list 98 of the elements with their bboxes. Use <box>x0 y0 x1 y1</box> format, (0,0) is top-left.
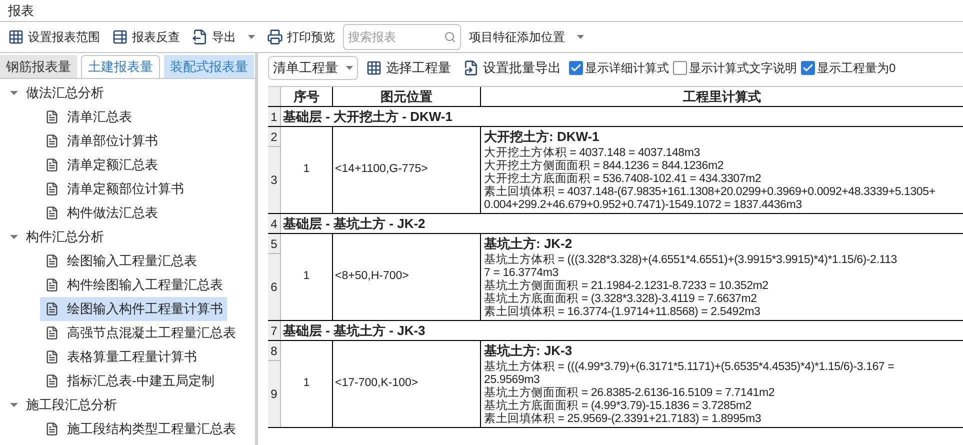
search-icon <box>444 31 456 43</box>
checkbox[interactable] <box>801 61 815 75</box>
formula-title: 基坑土方: JK-2 <box>484 235 574 253</box>
column-header: 工程里计算式 <box>682 88 762 106</box>
formula-title: 大开挖土方: DKW-1 <box>484 128 600 146</box>
formula-line: 基坑土方体积 = (((4.99*3.79)+(6.3171*5.1171)+(5.6535*4.4535)*4)*1.15/6)-3.167 = <box>484 361 896 374</box>
document-icon <box>45 326 59 340</box>
formula-line: 7 = 16.3774m3 <box>484 267 560 279</box>
document-icon <box>45 302 59 316</box>
window-title: 报表 <box>8 2 34 20</box>
group-header-cell-text: 基础层 - 大开挖土方 - DKW-1 <box>282 108 452 126</box>
caret-icon <box>577 35 584 39</box>
document-icon <box>45 158 59 172</box>
tree-item[interactable]: 清单部位计算书 <box>40 129 225 153</box>
toolbar-button[interactable]: 报表反查 <box>108 24 184 50</box>
toolbar-button[interactable]: 打印预览 <box>263 24 339 50</box>
formula-line: 素土回填体积 = 4037.148-(67.9835+161.1308+20.0299+0.3969+0.0092+48.3339+5.1305+ <box>484 186 936 199</box>
toolbar-button[interactable]: 设置报表范围 <box>4 24 104 50</box>
tree-group-label[interactable]: 施工段汇总分析 <box>26 395 117 415</box>
document-icon <box>45 110 59 124</box>
quantity-dropdown[interactable]: 清单工程量 <box>268 56 358 80</box>
checkbox[interactable] <box>673 61 687 75</box>
document-icon <box>45 134 59 148</box>
column-header: 图元位置 <box>333 87 481 106</box>
row-number: 1 <box>268 107 281 126</box>
formula-line: 素土回填体积 = 16.3774-(1.9714+11.8568) = 2.5492m3 <box>484 306 762 319</box>
row-number: 9 <box>270 386 278 403</box>
tree-item[interactable]: 绘图输入工程量汇总表 <box>40 249 225 273</box>
caret-icon <box>346 66 353 70</box>
formula-title: 基坑土方: JK-3 <box>484 342 574 360</box>
search-field[interactable]: 搜索报表 <box>343 24 461 50</box>
expand-toggle[interactable] <box>10 233 18 241</box>
report-tab[interactable]: 土建报表量 <box>81 55 160 78</box>
row-number: 6 <box>270 279 278 296</box>
formula-line: 0.004+299.2+46.679+0.952+0.7471)-1549.1072 = 1837.4436m3 <box>484 199 803 212</box>
row-number: 2 <box>268 127 280 147</box>
grid-icon <box>8 29 24 45</box>
tree-item[interactable]: 施工段结构类型工程量汇总表 <box>40 417 240 441</box>
tree-item[interactable]: 清单定额部位计算书 <box>40 177 225 201</box>
tree-item[interactable]: 清单汇总表 <box>40 105 225 129</box>
formula-line: 素土回填体积 = 25.9569-(2.3391+21.7183) = 1.8995m3 <box>484 413 762 426</box>
formula-line: 基坑土方侧面面积 = 26.8385-2.6136-16.5109 = 7.7141m2 <box>484 387 776 399</box>
tree-item[interactable]: 构件做法汇总表 <box>40 201 225 225</box>
position-dropdown[interactable]: 项目特征添加位置 <box>465 24 588 50</box>
column-header: 序号 <box>281 87 333 106</box>
formula-line: 基坑土方体积 = (((3.328*3.328)+(4.6551*4.6551)+(3.9915*3.9915)*4)*1.15/6)-2.113 <box>484 254 898 267</box>
table-cell-text: <8+50,H-700> <box>335 269 409 284</box>
group-header-cell-text: 基础层 - 基坑土方 - JK-2 <box>282 214 426 233</box>
tree-item[interactable]: 绘图输入构件工程量计算书 <box>40 297 227 321</box>
group-header-cell-text: 基础层 - 基坑土方 - JK-3 <box>282 322 426 340</box>
document-icon <box>45 254 59 268</box>
formula-line: 基坑土方侧面面积 = 21.1984-2.1231-8.7233 = 10.352m2 <box>484 280 770 292</box>
document-icon <box>45 206 59 220</box>
expand-toggle[interactable] <box>10 401 18 409</box>
table-icon <box>112 29 128 45</box>
export-icon <box>192 29 208 45</box>
row-number: 8 <box>268 341 280 361</box>
grid-icon <box>366 60 382 76</box>
corner-cell <box>268 87 281 106</box>
toolbar-button[interactable]: 选择工程量 <box>362 56 455 80</box>
formula-line: 大开挖土方底面面积 = 536.7408-102.41 = 434.3307m2 <box>484 173 762 186</box>
tree-item[interactable]: 清单定额汇总表 <box>40 153 225 177</box>
tree-item[interactable]: 表格算量工程量计算书 <box>40 345 225 369</box>
row-number: 3 <box>270 172 278 189</box>
table-cell-text: 1 <box>303 376 310 392</box>
table-cell-text: 1 <box>303 269 310 284</box>
document-icon <box>45 350 59 364</box>
report-tab[interactable]: 钢筋报表量 <box>0 55 77 78</box>
checkbox[interactable] <box>569 61 583 75</box>
tree-group-label[interactable]: 构件汇总分析 <box>26 227 104 247</box>
checkbox-label: 显示详细计算式 <box>585 60 669 77</box>
toolbar-button[interactable]: 设置批量导出 <box>459 56 565 80</box>
formula-line: 25.9569m3 <box>484 374 541 386</box>
table-cell-text: <17-700,K-100> <box>335 376 418 392</box>
expand-toggle[interactable] <box>10 89 18 97</box>
tree-group-label[interactable]: 做法汇总分析 <box>26 83 104 103</box>
document-icon <box>45 278 59 292</box>
row-number: 5 <box>268 234 280 254</box>
tree-item[interactable]: 指标汇总表-中建五局定制 <box>40 369 225 393</box>
table-cell-text: 1 <box>303 162 310 178</box>
document-icon <box>45 422 59 436</box>
export-icon <box>463 60 479 76</box>
tree-item[interactable]: 构件绘图输入工程量汇总表 <box>40 273 227 297</box>
table-cell-text: <14+1100,G-775> <box>335 162 428 178</box>
document-icon <box>45 182 59 196</box>
formula-line: 基坑土方底面面积 = (3.328*3.328)-3.4119 = 7.6637m2 <box>484 293 758 306</box>
toolbar-button[interactable]: 导出 <box>188 24 259 50</box>
print-icon <box>267 29 283 45</box>
formula-line: 大开挖土方体积 = 4037.148 = 4037.148m3 <box>484 147 701 159</box>
formula-line: 基坑土方底面面积 = (4.99*3.79)-15.1836 = 3.7285m2 <box>484 400 752 412</box>
row-number: 7 <box>268 321 281 340</box>
formula-line: 大开挖土方侧面面积 = 844.1236 = 844.1236m2 <box>484 160 725 172</box>
tree-item[interactable]: 高强节点混凝土工程量汇总表 <box>40 321 240 345</box>
checkbox-label: 显示工程量为0 <box>817 60 896 77</box>
checkbox-label: 显示计算式文字说明 <box>689 60 797 77</box>
caret-icon <box>248 35 255 39</box>
row-number: 4 <box>268 214 281 233</box>
document-icon <box>45 374 59 388</box>
